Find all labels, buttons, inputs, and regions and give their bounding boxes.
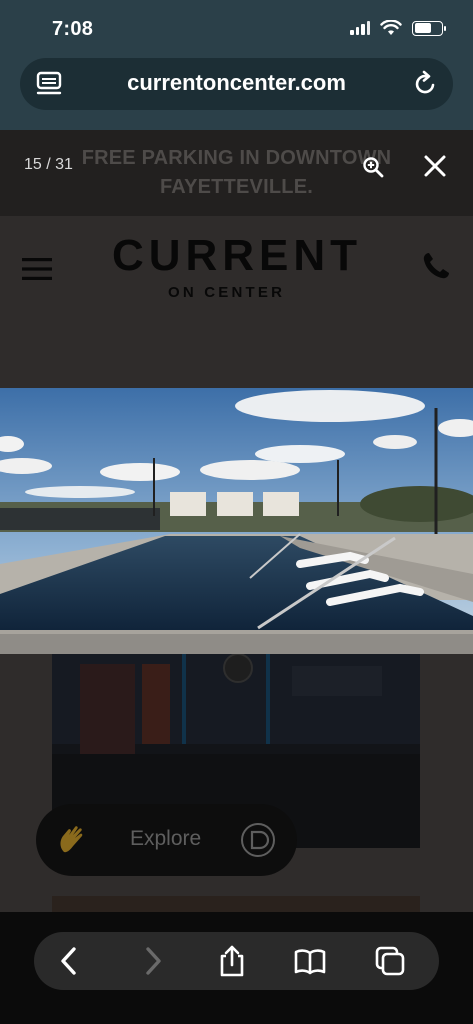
close-icon[interactable] — [423, 154, 447, 178]
explore-label[interactable]: Explore — [130, 827, 201, 851]
status-time: 7:08 — [52, 18, 94, 40]
url-text[interactable]: currentoncenter.com — [20, 70, 453, 96]
bookmarks-icon[interactable] — [294, 945, 326, 977]
explore-go-icon[interactable] — [240, 822, 276, 858]
wifi-icon — [380, 20, 402, 35]
next-thumbnail-strip[interactable] — [52, 896, 420, 912]
signal-icon — [350, 21, 370, 35]
browser-top-chrome: 7:08 currentoncenter.com — [0, 0, 473, 130]
tabs-icon[interactable] — [374, 945, 406, 977]
hamburger-menu-icon[interactable] — [22, 256, 52, 282]
waving-hand-icon — [60, 826, 83, 853]
zoom-in-icon[interactable] — [362, 156, 384, 178]
browser-bottom-chrome — [0, 912, 473, 1024]
explore-widget[interactable]: Explore — [36, 804, 297, 876]
logo-wordmark-text: CURRENT — [112, 232, 362, 276]
logo-subtitle: ON CENTER — [168, 284, 286, 301]
status-icons — [350, 20, 446, 36]
share-icon[interactable] — [216, 945, 248, 977]
current-logo-wordmark[interactable]: CURRENT — [92, 232, 382, 276]
reload-icon[interactable] — [411, 70, 439, 98]
promo-banner: FREE PARKING IN DOWNTOWN FAYETTEVILLE. 1… — [0, 130, 473, 216]
web-page: FREE PARKING IN DOWNTOWN FAYETTEVILLE. 1… — [0, 130, 473, 912]
browser-toolbar — [34, 932, 439, 990]
back-icon[interactable] — [54, 945, 86, 977]
battery-icon — [412, 20, 446, 36]
address-bar[interactable]: currentoncenter.com — [20, 58, 453, 110]
phone-icon[interactable] — [420, 250, 452, 282]
rooftop-pool-photo — [0, 388, 473, 654]
lightbox-counter: 15 / 31 — [24, 156, 73, 173]
forward-icon[interactable] — [136, 945, 168, 977]
